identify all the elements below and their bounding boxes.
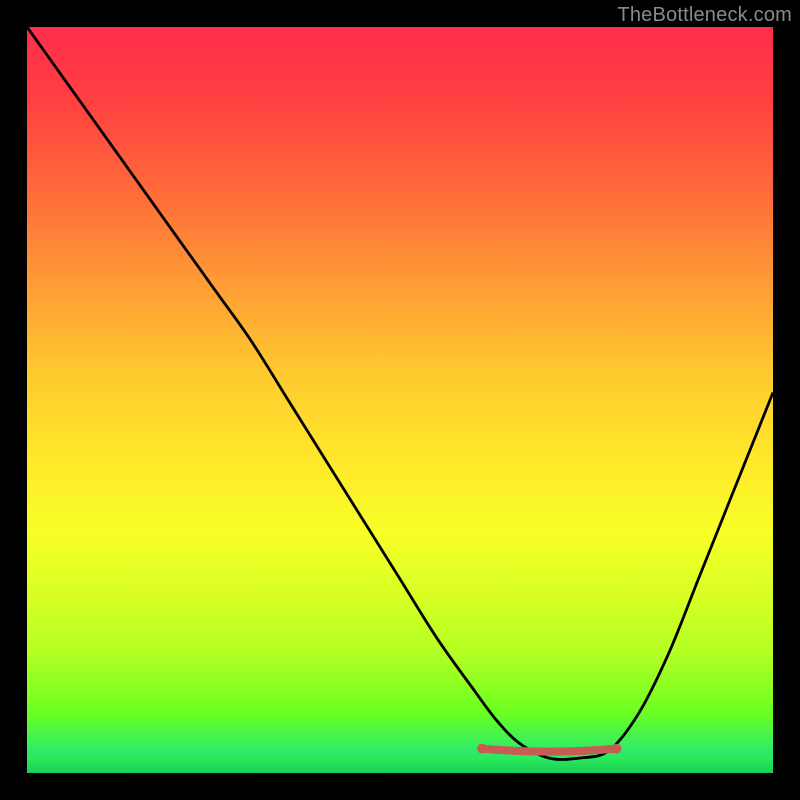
curve-layer [27, 27, 773, 773]
plot-area [27, 27, 773, 773]
optimal-range-end-dot [611, 744, 621, 754]
bottleneck-curve [27, 27, 773, 760]
watermark-text: TheBottleneck.com [617, 4, 792, 27]
chart-frame: TheBottleneck.com [0, 0, 800, 800]
optimal-range-marker [482, 749, 616, 752]
optimal-range-start-dot [477, 744, 487, 754]
